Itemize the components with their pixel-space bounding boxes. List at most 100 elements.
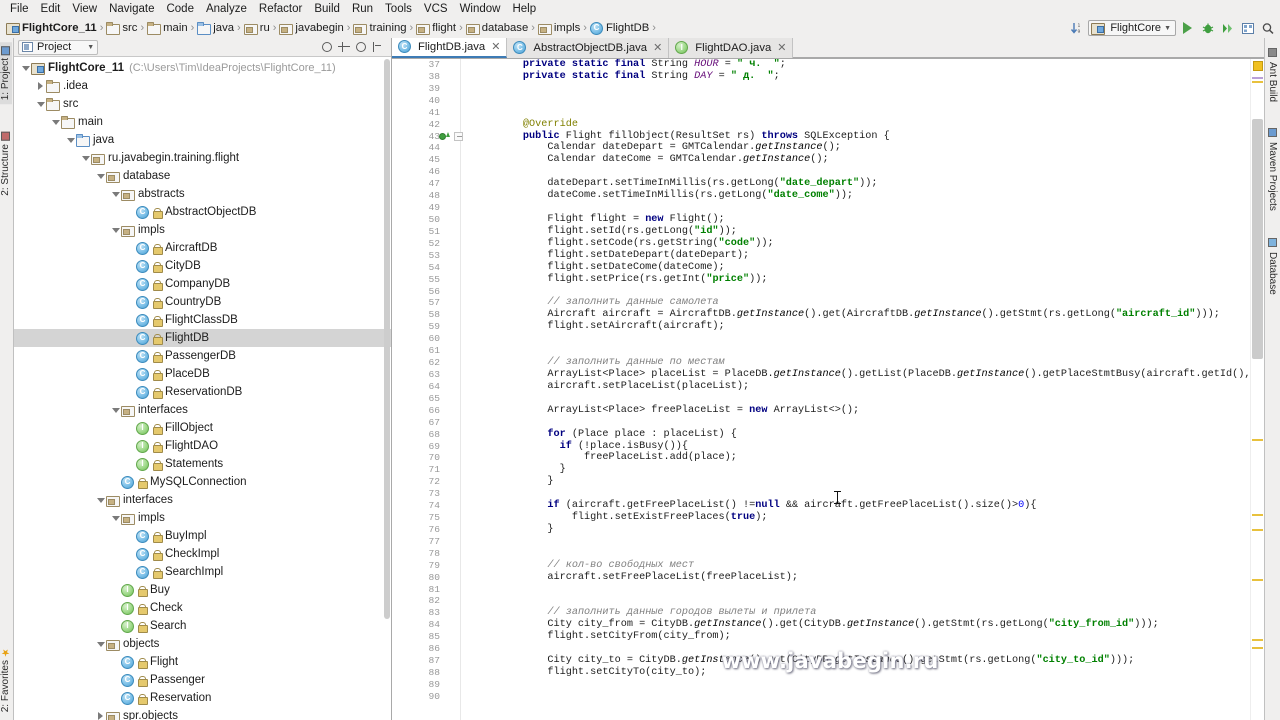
code-line[interactable] [470, 595, 1250, 607]
menu-item-file[interactable]: File [4, 0, 35, 18]
editor-tab-flightdao-java[interactable]: I FlightDAO.java ✕ [669, 37, 794, 58]
code-line[interactable] [470, 488, 1250, 500]
tree-node-interfaces[interactable]: interfaces [14, 401, 391, 419]
project-structure-icon[interactable] [1239, 20, 1256, 36]
code-line[interactable]: ArrayList<Place> placeList = PlaceDB.get… [470, 369, 1250, 381]
code-line[interactable] [470, 536, 1250, 548]
tree-node-placedb[interactable]: C PlaceDB [14, 365, 391, 383]
tool-window-tab-database[interactable]: Database [1265, 234, 1280, 299]
tree-node-interfaces[interactable]: interfaces [14, 491, 391, 509]
error-stripe-marker[interactable] [1252, 579, 1263, 581]
code-line[interactable]: Calendar dateCome = GMTCalendar.getInsta… [470, 154, 1250, 166]
tree-node-buyimpl[interactable]: C BuyImpl [14, 527, 391, 545]
tree-node-buy[interactable]: I Buy [14, 581, 391, 599]
tree-expand-arrow-icon[interactable] [95, 712, 106, 720]
code-line[interactable] [470, 202, 1250, 214]
editor-tab-flightdb-java[interactable]: C FlightDB.java ✕ [392, 37, 508, 58]
tree-node-objects[interactable]: objects [14, 635, 391, 653]
tree-node-spr-objects[interactable]: spr.objects [14, 707, 391, 720]
tree-expand-arrow-icon[interactable] [35, 102, 46, 107]
code-line[interactable]: flight.setCityFrom(city_from); [470, 631, 1250, 643]
tool-window-tab-maven-projects[interactable]: Maven Projects [1265, 124, 1280, 215]
tree-node-ru-javabegin-training-flight[interactable]: ru.javabegin.training.flight [14, 149, 391, 167]
tree-node-flightcore-11[interactable]: FlightCore_11 (C:\Users\Tim\IdeaProjects\… [14, 59, 391, 77]
code-line[interactable]: // заполнить данные городов вылеты и при… [470, 607, 1250, 619]
code-line[interactable] [470, 107, 1250, 119]
tree-node-reservationdb[interactable]: C ReservationDB [14, 383, 391, 401]
error-stripe-marker[interactable] [1252, 77, 1263, 79]
code-line[interactable]: flight.setDateCome(dateCome); [470, 262, 1250, 274]
error-stripe-marker[interactable] [1252, 439, 1263, 441]
code-line[interactable]: // кол-во свободных мест [470, 560, 1250, 572]
error-stripe-marker[interactable] [1252, 647, 1263, 649]
menu-item-code[interactable]: Code [160, 0, 200, 18]
editor-gutter[interactable]: 37 38 39 40 41 42 43 44 45 46 47 48 49 50 51 52 53 54 55 56… [392, 59, 470, 720]
code-line[interactable]: for (Place place : placeList) { [470, 429, 1250, 441]
code-line[interactable]: dateDepart.setTimeInMillis(rs.getLong("d… [470, 178, 1250, 190]
code-line[interactable] [470, 584, 1250, 596]
settings-gear-icon[interactable] [356, 42, 366, 52]
code-text[interactable]: private static final String HOUR = " ч. … [470, 59, 1250, 720]
tree-node-search[interactable]: I Search [14, 617, 391, 635]
tree-node-abstracts[interactable]: abstracts [14, 185, 391, 203]
tree-expand-arrow-icon[interactable] [35, 82, 46, 90]
tree-expand-arrow-icon[interactable] [95, 642, 106, 647]
breadcrumb-item-java[interactable]: java [197, 22, 234, 35]
run-icon[interactable] [1179, 20, 1196, 36]
breadcrumb-item-database[interactable]: database [465, 22, 528, 35]
code-line[interactable] [470, 95, 1250, 107]
code-line[interactable] [470, 286, 1250, 298]
code-line[interactable] [470, 643, 1250, 655]
menu-item-edit[interactable]: Edit [35, 0, 67, 18]
breadcrumb-item-javabegin[interactable]: javabegin [279, 22, 344, 35]
editor-content[interactable]: 37 38 39 40 41 42 43 44 45 46 47 48 49 50 51 52 53 54 55 56… [392, 59, 1264, 720]
code-line[interactable] [470, 166, 1250, 178]
code-line[interactable]: Calendar dateDepart = GMTCalendar.getIns… [470, 142, 1250, 154]
search-icon[interactable] [1259, 20, 1276, 36]
code-line[interactable]: flight.setId(rs.getLong("id")); [470, 226, 1250, 238]
tree-expand-arrow-icon[interactable] [20, 66, 31, 71]
code-line[interactable]: // заполнить данные по местам [470, 357, 1250, 369]
code-fold-toggle-icon[interactable] [454, 131, 463, 141]
tree-node-java[interactable]: java [14, 131, 391, 149]
code-line[interactable]: // заполнить данные самолета [470, 297, 1250, 309]
code-line[interactable]: aircraft.setPlaceList(placeList); [470, 381, 1250, 393]
close-icon[interactable]: ✕ [653, 41, 662, 54]
code-line[interactable]: Aircraft aircraft = AircraftDB.getInstan… [470, 309, 1250, 321]
code-line[interactable]: private static final String HOUR = " ч. … [470, 59, 1250, 71]
tree-expand-arrow-icon[interactable] [65, 138, 76, 143]
tree-node-src[interactable]: src [14, 95, 391, 113]
code-line[interactable]: flight.setPrice(rs.getInt("price")); [470, 274, 1250, 286]
tool-window-tab-1--project[interactable]: 1: Project [0, 42, 12, 105]
run-with-coverage-icon[interactable] [1219, 20, 1236, 36]
code-line[interactable]: } [470, 476, 1250, 488]
tree-node-abstractobjectdb[interactable]: C AbstractObjectDB [14, 203, 391, 221]
code-line[interactable]: flight.setDateDepart(dateDepart); [470, 250, 1250, 262]
menu-item-window[interactable]: Window [454, 0, 507, 18]
code-line[interactable] [470, 393, 1250, 405]
tool-window-tab-ant-build[interactable]: Ant Build [1265, 44, 1280, 106]
tree-node-fillobject[interactable]: I FillObject [14, 419, 391, 437]
tree-node-passengerdb[interactable]: C PassengerDB [14, 347, 391, 365]
tool-window-tab-2--structure[interactable]: 2: Structure [0, 128, 12, 200]
tree-node-flightdb[interactable]: C FlightDB [14, 329, 391, 347]
code-line[interactable]: ArrayList<Place> freePlaceList = new Arr… [470, 405, 1250, 417]
menu-item-tools[interactable]: Tools [379, 0, 418, 18]
tree-node-impls[interactable]: impls [14, 509, 391, 527]
code-line[interactable]: City city_to = CityDB.getInstance().get(… [470, 655, 1250, 667]
error-stripe-marker[interactable] [1252, 514, 1263, 516]
tree-node-impls[interactable]: impls [14, 221, 391, 239]
editor-scrollbar[interactable] [1250, 59, 1264, 720]
tree-node-citydb[interactable]: C CityDB [14, 257, 391, 275]
breadcrumb-item-training[interactable]: training [353, 22, 407, 35]
code-line[interactable]: flight.setCode(rs.getString("code")); [470, 238, 1250, 250]
editor-tab-abstractobjectdb-java[interactable]: C AbstractObjectDB.java ✕ [507, 37, 670, 58]
menu-item-build[interactable]: Build [308, 0, 346, 18]
tree-node-searchimpl[interactable]: C SearchImpl [14, 563, 391, 581]
code-line[interactable]: flight.setAircraft(aircraft); [470, 321, 1250, 333]
locate-icon[interactable] [322, 42, 332, 52]
menu-item-refactor[interactable]: Refactor [253, 0, 308, 18]
override-method-gutter-icon[interactable] [439, 131, 450, 141]
hide-icon[interactable] [372, 41, 384, 53]
menu-item-vcs[interactable]: VCS [418, 0, 454, 18]
